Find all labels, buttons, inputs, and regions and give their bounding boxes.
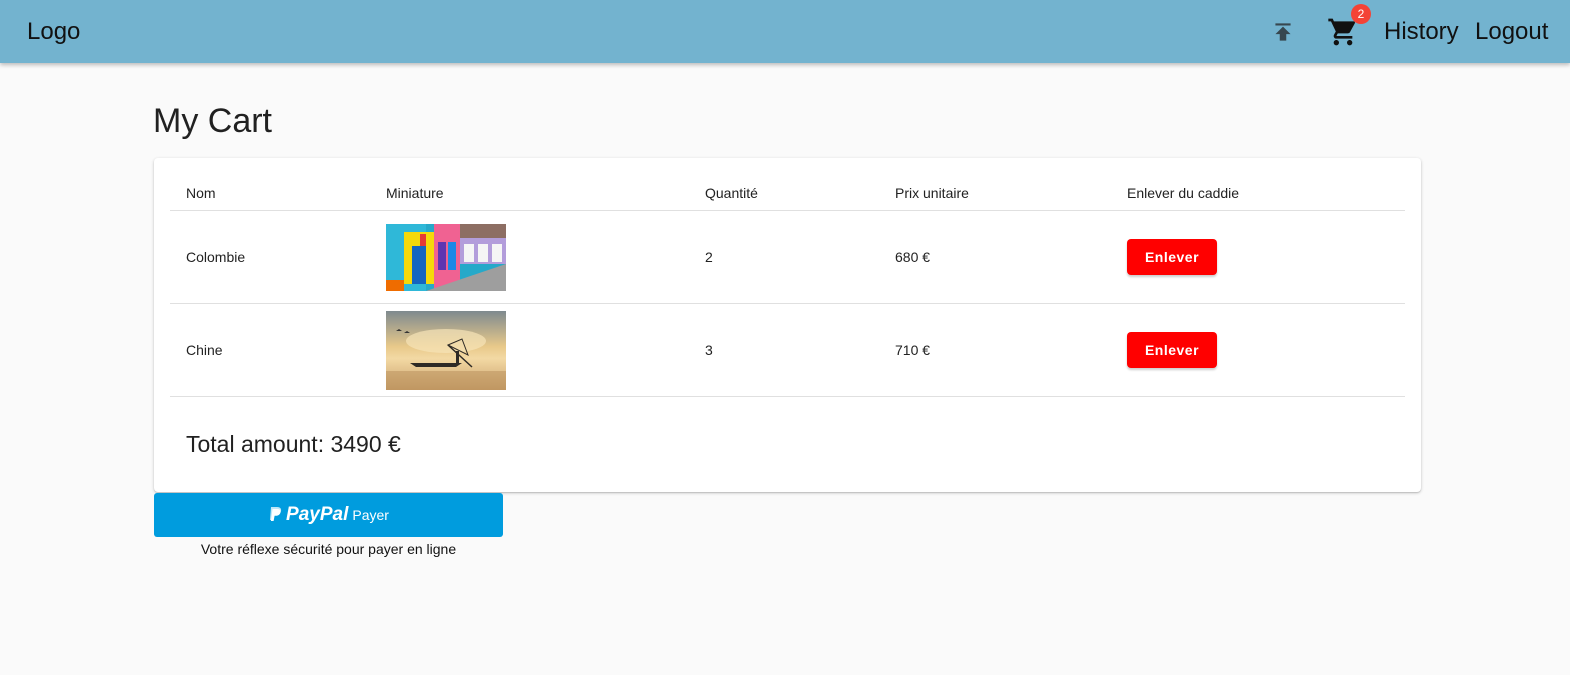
item-name: Colombie: [170, 210, 370, 304]
column-header-enlever: Enlever du caddie: [1111, 175, 1405, 211]
cart-count-badge: 2: [1351, 4, 1371, 24]
top-navigation-bar: Logo 2 History Logout: [0, 0, 1570, 63]
item-thumbnail-cell: [370, 303, 689, 397]
table-row: Chine 3 710 € Enlever: [170, 303, 1405, 397]
column-header-prix: Prix unitaire: [879, 175, 1111, 211]
paypal-wordmark: PayPal: [286, 504, 349, 525]
item-unit-price: 710 €: [879, 303, 1111, 397]
paypal-pay-button[interactable]: PayPal Payer: [154, 493, 503, 537]
logout-link[interactable]: Logout: [1475, 18, 1548, 46]
item-quantity: 3: [689, 303, 879, 397]
thumbnail-colombie: [386, 223, 506, 291]
item-name: Chine: [170, 303, 370, 397]
paypal-tagline: Votre réflexe sécurité pour payer en lig…: [200, 541, 457, 557]
item-thumbnail-cell: [370, 210, 689, 304]
remove-cell: Enlever: [1111, 210, 1405, 304]
total-amount: Total amount: 3490 €: [186, 431, 401, 457]
paypal-button-label: Payer: [352, 507, 389, 523]
logo-link[interactable]: Logo: [27, 18, 80, 46]
item-unit-price: 680 €: [879, 210, 1111, 304]
column-header-nom: Nom: [170, 175, 370, 211]
upload-icon[interactable]: [1270, 18, 1296, 46]
cart-table: Nom Miniature Quantité Prix unitaire Enl…: [170, 175, 1405, 397]
paypal-logo-icon: [270, 507, 282, 521]
thumbnail-chine: [386, 310, 506, 390]
item-quantity: 2: [689, 210, 879, 304]
remove-button[interactable]: Enlever: [1127, 332, 1217, 368]
column-header-miniature: Miniature: [370, 175, 689, 211]
table-row: Colombie 2 680 € Enlever: [170, 210, 1405, 304]
remove-cell: Enlever: [1111, 303, 1405, 397]
remove-button[interactable]: Enlever: [1127, 239, 1217, 275]
history-link[interactable]: History: [1384, 18, 1459, 46]
paypal-button-content: PayPal Payer: [154, 493, 503, 537]
table-header-row: Nom Miniature Quantité Prix unitaire Enl…: [170, 175, 1405, 211]
column-header-quantite: Quantité: [689, 175, 879, 211]
cart-card: Nom Miniature Quantité Prix unitaire Enl…: [154, 158, 1421, 492]
page-title: My Cart: [153, 102, 272, 140]
